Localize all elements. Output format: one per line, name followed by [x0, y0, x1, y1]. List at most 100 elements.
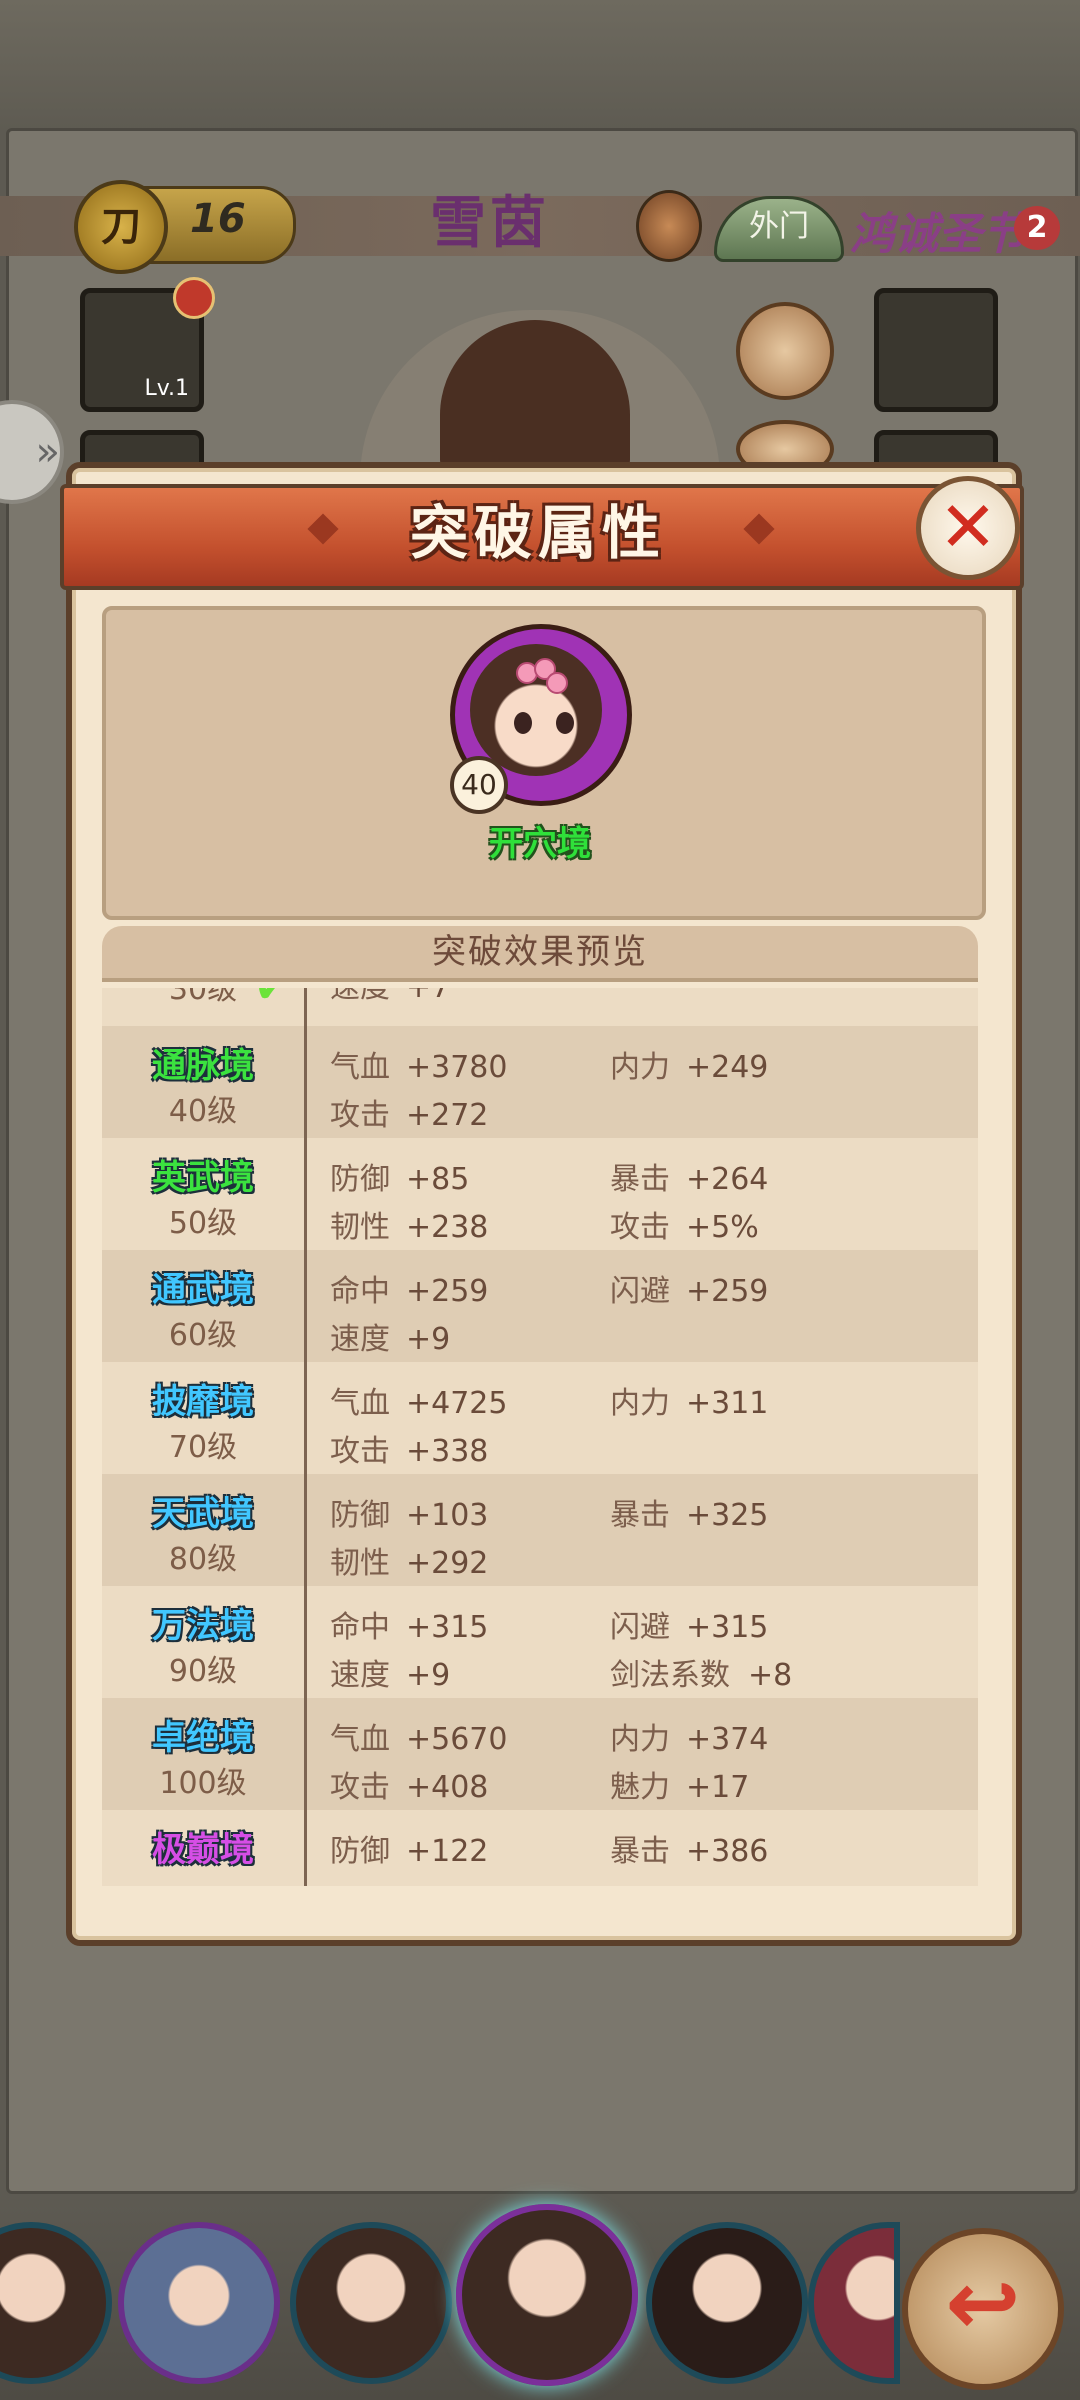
stat-name: 防御	[330, 1162, 390, 1197]
stat-entry: 防御 +103	[330, 1490, 488, 1534]
heart-icon: 2	[1014, 206, 1060, 250]
stat-name: 速度	[330, 988, 406, 1006]
table-row: 卓绝境 100级 气血 +5670 内力 +374 攻击 +408 魅力 +17	[102, 1698, 978, 1810]
stat-value: +311	[686, 1386, 769, 1421]
stat-value: +259	[406, 1274, 489, 1309]
stat-value: +315	[406, 1610, 489, 1645]
stat-entry: 攻击 +272	[330, 1090, 488, 1134]
table-row: 通武境 60级 命中 +259 闪避 +259 速度 +9	[102, 1250, 978, 1362]
stat-entry: 防御 +122	[330, 1826, 488, 1870]
stat-value: +292	[406, 1546, 489, 1581]
stat-entry: 速度 +9	[330, 1314, 450, 1358]
breakthrough-table-rows: 30级✔速度+7通脉境40级气血+3780内力+249攻击+272英武境50级防…	[102, 988, 978, 1886]
stat-value: +374	[686, 1722, 769, 1757]
stat-name: 气血	[330, 1722, 390, 1757]
stat-name: 速度	[330, 1658, 390, 1693]
stat-value: +325	[686, 1498, 769, 1533]
stat-value: +408	[406, 1770, 489, 1805]
current-realm-label: 开穴境	[489, 824, 591, 864]
table-row: 通脉境 40级 气血 +3780 内力 +249 攻击 +272	[102, 1026, 978, 1138]
stat-value: +5670	[406, 1722, 508, 1757]
hair-flower-icon	[546, 672, 568, 694]
stat-entry: 命中 +259	[330, 1266, 488, 1310]
hero-thumb[interactable]	[646, 2222, 808, 2384]
stat-value: +85	[406, 1162, 470, 1197]
weapon-slot-level: Lv.1	[144, 376, 189, 401]
meditation-icon[interactable]	[736, 302, 834, 400]
stat-value: +386	[686, 1834, 769, 1869]
stat-entry: 防御 +85	[330, 1154, 469, 1198]
stat-entry: 韧性 +238	[330, 1202, 488, 1246]
stat-entry: 气血 +4725	[330, 1378, 507, 1422]
stat-value: +17	[686, 1770, 750, 1805]
avatar-level-badge: 40	[450, 756, 508, 814]
stat-entry: 速度 +9	[330, 1650, 450, 1694]
realm-name: 通脉境	[152, 1046, 254, 1086]
back-arrow-icon[interactable]: ↩	[902, 2228, 1064, 2390]
stat-name: 速度	[330, 1322, 390, 1357]
hero-thumb-selected[interactable]	[456, 2204, 638, 2386]
stat-entry: 气血 +5670	[330, 1714, 507, 1758]
stat-name: 暴击	[610, 1834, 670, 1869]
section-heading: 突破效果预览	[102, 926, 978, 982]
stat-name: 防御	[330, 1834, 390, 1869]
stat-value: +7	[406, 988, 450, 1005]
stat-value: +9	[406, 1322, 451, 1357]
stat-name: 闪避	[610, 1610, 670, 1645]
stat-name: 暴击	[610, 1498, 670, 1533]
stat-value: +122	[406, 1834, 489, 1869]
stat-entry: 攻击 +408	[330, 1762, 488, 1806]
stat-value: +3780	[406, 1050, 508, 1085]
column-divider	[304, 1250, 307, 1362]
column-divider	[304, 1810, 307, 1886]
stat-name: 攻击	[330, 1098, 390, 1133]
stat-entry: 暴击 +264	[610, 1154, 768, 1198]
stat-value: +5%	[686, 1210, 759, 1245]
realm-level: 80级	[168, 1542, 238, 1577]
table-row: 天武境 80级 防御 +103 暴击 +325 韧性 +292	[102, 1474, 978, 1586]
stat-value: +9	[406, 1658, 451, 1693]
stat-value: +103	[406, 1498, 489, 1533]
stat-name: 魅力	[610, 1770, 670, 1805]
hero-thumb[interactable]	[118, 2222, 280, 2384]
stat-name: 内力	[610, 1386, 670, 1421]
stat-entry: 内力 +249	[610, 1042, 768, 1086]
close-icon[interactable]: ✕	[916, 476, 1020, 580]
stat-name: 气血	[330, 1386, 390, 1421]
table-row: 30级✔速度+7	[102, 988, 978, 1026]
realm-name: 卓绝境	[152, 1718, 254, 1758]
equipment-slot-right[interactable]	[874, 288, 998, 412]
stat-entry: 闪避 +315	[610, 1602, 768, 1646]
stat-name: 命中	[330, 1274, 390, 1309]
column-divider	[304, 1698, 307, 1810]
stat-entry: 闪避 +259	[610, 1266, 768, 1310]
column-divider	[304, 1026, 307, 1138]
realm-level: 100级	[159, 1766, 247, 1801]
stat-name: 攻击	[330, 1770, 390, 1805]
realm-level: 60级	[168, 1318, 238, 1353]
stat-entry: 攻击 +338	[330, 1426, 488, 1470]
stat-value: +272	[406, 1098, 489, 1133]
gourd-icon[interactable]	[636, 190, 702, 262]
table-row: 披靡境 70级 气血 +4725 内力 +311 攻击 +338	[102, 1362, 978, 1474]
stat-entry: 内力 +311	[610, 1378, 768, 1422]
stat-name: 内力	[610, 1722, 670, 1757]
stat-entry: 速度+7	[330, 988, 450, 1006]
stat-name: 闪避	[610, 1274, 670, 1309]
hero-thumb[interactable]	[290, 2222, 452, 2384]
realm-name: 通武境	[152, 1270, 254, 1310]
side-arrow-icon[interactable]: »	[0, 400, 64, 504]
table-row: 极巅境 防御 +122 暴击 +386	[102, 1810, 978, 1886]
stat-entry: 剑法系数 +8	[610, 1650, 792, 1694]
avatar-eye	[556, 712, 574, 734]
weapon-slot-icon[interactable]: Lv.1	[80, 277, 215, 412]
hero-name: 雪茵	[430, 191, 550, 256]
column-divider	[304, 988, 307, 1026]
check-icon: ✔	[254, 988, 291, 1013]
breakthrough-table[interactable]: 30级✔速度+7通脉境40级气血+3780内力+249攻击+272英武境50级防…	[102, 988, 978, 1886]
stat-entry: 气血 +3780	[330, 1042, 507, 1086]
stat-entry: 韧性 +292	[330, 1538, 488, 1582]
hero-title[interactable]: 鸿诚圣节	[850, 198, 1026, 262]
stat-value: +315	[686, 1610, 769, 1645]
stat-name: 攻击	[330, 1434, 390, 1469]
